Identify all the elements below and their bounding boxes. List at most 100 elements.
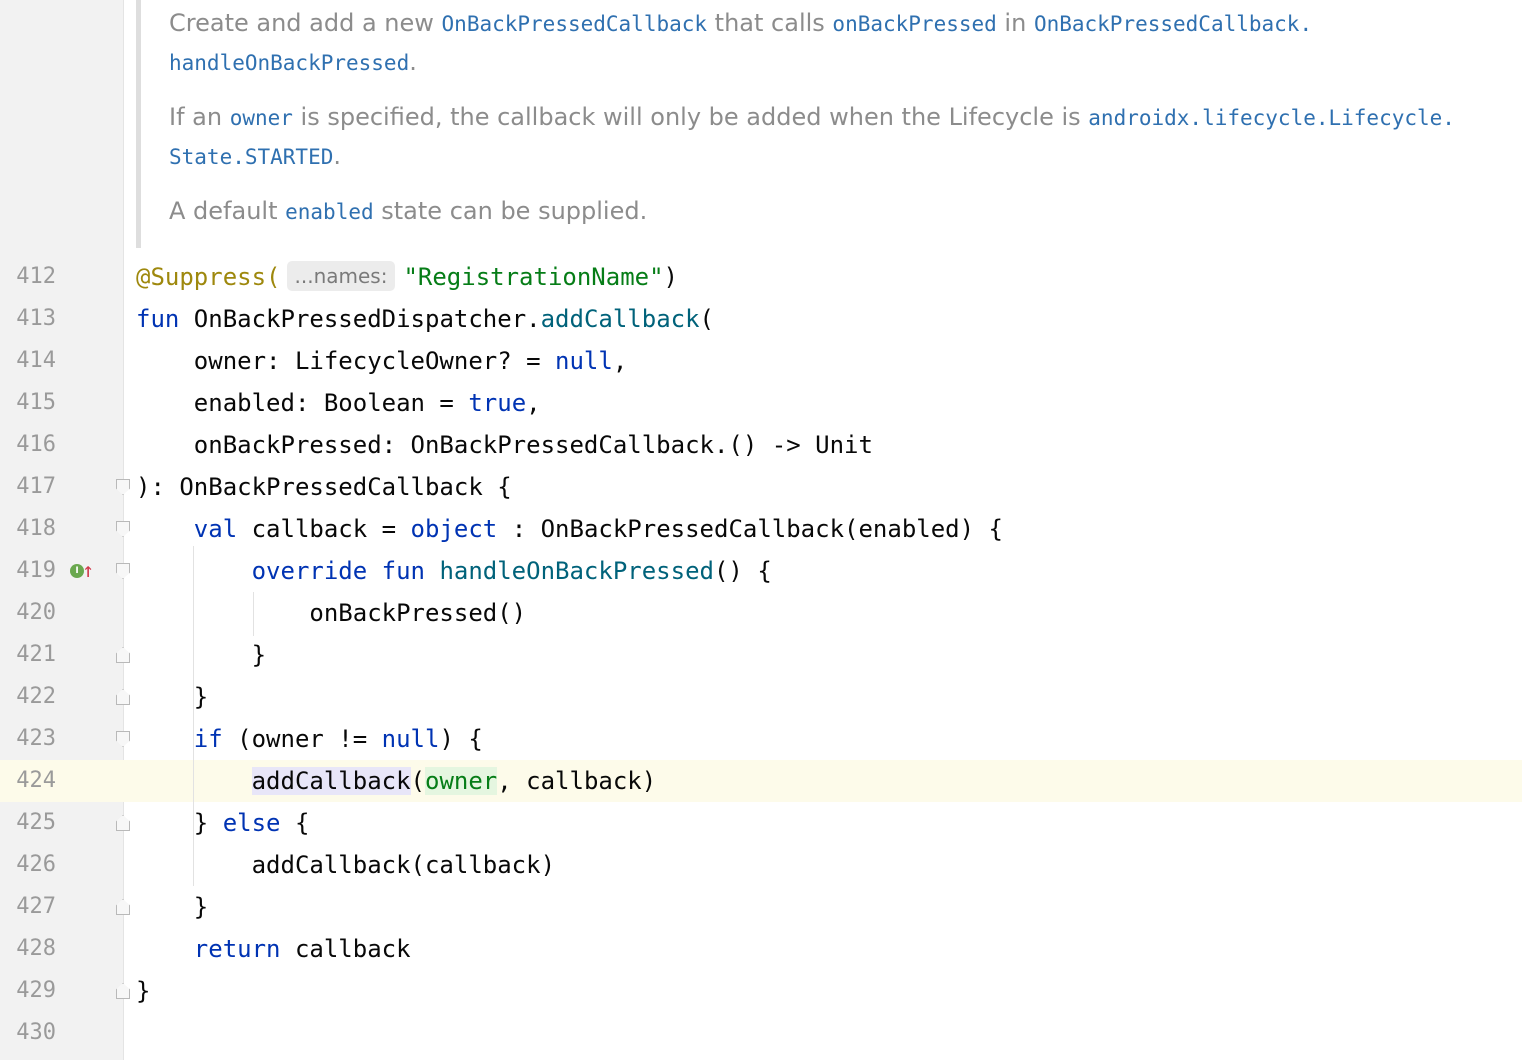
- code-line[interactable]: 415 enabled: Boolean = true,: [0, 382, 1522, 424]
- code-line[interactable]: 425 } else {: [0, 802, 1522, 844]
- code-token: }: [136, 809, 223, 837]
- doc-code-ref[interactable]: onBackPressed: [832, 12, 996, 36]
- code-text[interactable]: }: [136, 970, 150, 1012]
- doc-text: Create and add a new: [169, 9, 442, 37]
- line-number[interactable]: 429: [0, 970, 56, 1012]
- fold-collapse-icon[interactable]: [116, 479, 130, 495]
- code-token: }: [136, 641, 267, 669]
- line-number[interactable]: 425: [0, 802, 56, 844]
- code-text[interactable]: if (owner != null) {: [136, 718, 483, 760]
- doc-text: A default: [169, 197, 286, 225]
- line-number[interactable]: 430: [0, 1012, 56, 1054]
- line-number[interactable]: 415: [0, 382, 56, 424]
- doc-line-1a: Create and add a new OnBackPressedCallba…: [169, 9, 1312, 37]
- fold-end-icon[interactable]: [116, 689, 130, 705]
- code-token: }: [136, 683, 209, 711]
- fold-collapse-icon[interactable]: [116, 521, 130, 537]
- code-line[interactable]: 429}: [0, 970, 1522, 1012]
- code-line[interactable]: 417 ): OnBackPressedCallback {: [0, 466, 1522, 508]
- code-editor[interactable]: Create and add a new OnBackPressedCallba…: [0, 0, 1522, 1060]
- code-line[interactable]: 428 return callback: [0, 928, 1522, 970]
- code-line[interactable]: 412 @Suppress(...names: "RegistrationName"…: [0, 256, 1522, 298]
- doc-text: state can be supplied.: [373, 197, 648, 225]
- doc-code-ref[interactable]: OnBackPressedCallback: [442, 12, 708, 36]
- code-token: ,: [612, 347, 628, 375]
- code-line[interactable]: 414 owner: LifecycleOwner? = null,: [0, 340, 1522, 382]
- line-number[interactable]: 424: [0, 760, 56, 802]
- doc-text: .: [409, 48, 417, 76]
- doc-code-ref[interactable]: State.STARTED: [169, 145, 333, 169]
- line-number[interactable]: 422: [0, 676, 56, 718]
- code-text[interactable]: }: [136, 886, 208, 928]
- code-token: onBackPressed: OnBackPressedCallback.() …: [136, 431, 873, 459]
- code-line[interactable]: 427 }: [0, 886, 1522, 928]
- code-token: addCallback(callback): [136, 851, 556, 879]
- code-text[interactable]: fun OnBackPressedDispatcher.addCallback(: [136, 298, 714, 340]
- indent-guide-outer: [193, 546, 194, 886]
- doc-text: .: [333, 142, 342, 170]
- line-number[interactable]: 427: [0, 886, 56, 928]
- line-number[interactable]: 416: [0, 424, 56, 466]
- overrides-up-arrow-icon[interactable]: ↑: [82, 560, 94, 580]
- line-number[interactable]: 413: [0, 298, 56, 340]
- fold-end-icon[interactable]: [116, 647, 130, 663]
- fold-end-icon[interactable]: [116, 815, 130, 831]
- code-text[interactable]: @Suppress(...names: "RegistrationName"): [136, 256, 678, 298]
- doc-code-ref[interactable]: OnBackPressedCallback.: [1034, 12, 1312, 36]
- code-line[interactable]: 426 addCallback(callback): [0, 844, 1522, 886]
- doc-code-ref[interactable]: androidx.lifecycle.Lifecycle.: [1088, 106, 1455, 130]
- line-number[interactable]: 426: [0, 844, 56, 886]
- override-gutter-marker[interactable]: I ↑: [68, 560, 96, 584]
- code-token: {: [280, 809, 310, 837]
- code-text[interactable]: }: [136, 634, 266, 676]
- code-text[interactable]: onBackPressed(): [136, 592, 526, 634]
- code-line[interactable]: 422 }: [0, 676, 1522, 718]
- doc-code-ref[interactable]: handleOnBackPressed: [169, 51, 409, 75]
- code-text[interactable]: val callback = object : OnBackPressedCal…: [136, 508, 1003, 550]
- line-number[interactable]: 417: [0, 466, 56, 508]
- code-text[interactable]: addCallback(owner, callback): [136, 760, 656, 802]
- code-line[interactable]: 424 addCallback(owner, callback): [0, 760, 1522, 802]
- code-token: onBackPressed(): [136, 599, 527, 627]
- line-number[interactable]: 421: [0, 634, 56, 676]
- code-line[interactable]: 419 override fun handleOnBackPressed() {: [0, 550, 1522, 592]
- code-text[interactable]: return callback: [136, 928, 411, 970]
- code-text[interactable]: ): OnBackPressedCallback {: [136, 466, 512, 508]
- doc-paragraph-1: Create and add a new OnBackPressedCallba…: [169, 4, 1312, 82]
- code-text[interactable]: onBackPressed: OnBackPressedCallback.() …: [136, 424, 873, 466]
- code-token: addCallback: [251, 767, 411, 795]
- code-token: true: [468, 389, 527, 417]
- code-token: callback: [280, 935, 411, 963]
- fold-end-icon[interactable]: [116, 983, 130, 999]
- doc-code-ref[interactable]: owner: [230, 106, 293, 130]
- line-number[interactable]: 412: [0, 256, 56, 298]
- code-text[interactable]: addCallback(callback): [136, 844, 555, 886]
- line-number[interactable]: 420: [0, 592, 56, 634]
- fold-end-icon[interactable]: [116, 899, 130, 915]
- code-text[interactable]: enabled: Boolean = true,: [136, 382, 541, 424]
- code-text[interactable]: owner: LifecycleOwner? = null,: [136, 340, 627, 382]
- rendered-kdoc-comment: Create and add a new OnBackPressedCallba…: [136, 0, 1522, 248]
- code-token: null: [381, 725, 440, 753]
- code-line[interactable]: 423 if (owner != null) {: [0, 718, 1522, 760]
- code-text[interactable]: } else {: [136, 802, 310, 844]
- code-line[interactable]: 420 onBackPressed(): [0, 592, 1522, 634]
- code-text[interactable]: override fun handleOnBackPressed() {: [136, 550, 772, 592]
- line-number[interactable]: 423: [0, 718, 56, 760]
- fold-collapse-icon[interactable]: [116, 563, 130, 579]
- code-token: ): [663, 263, 678, 291]
- code-line[interactable]: 430: [0, 1012, 1522, 1054]
- code-token: ,: [526, 389, 541, 417]
- line-number[interactable]: 419: [0, 550, 56, 592]
- fold-collapse-icon[interactable]: [116, 731, 130, 747]
- code-line[interactable]: 418 val callback = object : OnBackPresse…: [0, 508, 1522, 550]
- code-line[interactable]: 421 }: [0, 634, 1522, 676]
- line-number[interactable]: 418: [0, 508, 56, 550]
- line-number[interactable]: 414: [0, 340, 56, 382]
- doc-code-ref[interactable]: enabled: [285, 200, 374, 224]
- code-token: owner: [425, 767, 498, 795]
- line-number[interactable]: 428: [0, 928, 56, 970]
- code-line[interactable]: 416 onBackPressed: OnBackPressedCallback…: [0, 424, 1522, 466]
- code-line[interactable]: 413 fun OnBackPressedDispatcher.addCallba…: [0, 298, 1522, 340]
- code-text[interactable]: }: [136, 676, 208, 718]
